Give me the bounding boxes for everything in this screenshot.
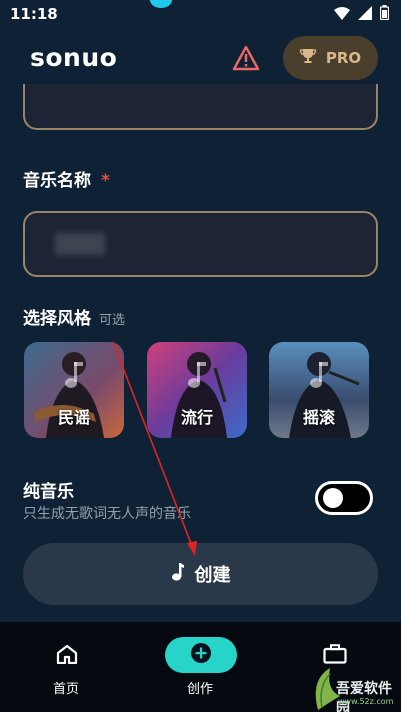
- pure-music-toggle[interactable]: [315, 481, 373, 515]
- home-icon: [56, 644, 78, 668]
- watermark-text: 吾爱软件园: [336, 681, 392, 712]
- music-note-icon: [62, 362, 86, 390]
- style-card-rock[interactable]: 摇滚: [269, 342, 369, 438]
- nav-create-label: 创作: [186, 682, 213, 697]
- camera-indicator: [150, 0, 172, 8]
- app-title: sonuo: [30, 43, 118, 72]
- music-name-label: 音乐名称 *: [23, 166, 110, 191]
- style-card-pop[interactable]: 流行: [147, 342, 247, 438]
- nav-home[interactable]: 首页: [11, 622, 121, 712]
- status-bar: 11:18: [0, 0, 401, 28]
- pro-label: PRO: [325, 49, 362, 67]
- music-note-icon: [171, 563, 185, 585]
- status-icons: [334, 5, 390, 24]
- style-card-label: 流行: [180, 408, 213, 427]
- screen: 11:18 sonuo PRO 音乐名称 * 选择风格 可选 民谣 流行 摇滚 …: [0, 0, 401, 712]
- toggle-knob: [323, 488, 343, 508]
- pro-button[interactable]: PRO: [283, 36, 378, 80]
- battery-icon: [379, 5, 390, 24]
- style-card-label: 民谣: [57, 408, 90, 427]
- warning-icon[interactable]: [232, 45, 260, 71]
- pure-music-description: 只生成无歌词无人声的音乐: [23, 506, 191, 522]
- plus-circle-icon: [190, 642, 212, 668]
- optional-hint: 可选: [99, 313, 126, 328]
- music-note-icon: [185, 362, 209, 390]
- music-name-input[interactable]: [23, 211, 378, 277]
- required-mark: *: [101, 171, 110, 191]
- nav-home-label: 首页: [52, 682, 79, 697]
- style-options: 民谣 流行 摇滚: [24, 342, 374, 440]
- style-label-text: 选择风格: [23, 309, 91, 329]
- signal-icon: [358, 5, 372, 24]
- create-pill: [165, 637, 237, 673]
- wifi-icon: [334, 5, 350, 24]
- trophy-icon: [299, 48, 316, 68]
- app-header: sonuo PRO: [0, 30, 401, 90]
- create-button[interactable]: 创建: [23, 543, 378, 605]
- pure-music-title: 纯音乐: [23, 482, 74, 502]
- watermark-url: www.52z.com: [338, 697, 394, 706]
- nav-create[interactable]: 创作: [145, 622, 255, 712]
- status-time: 11:18: [10, 5, 58, 23]
- style-card-label: 摇滚: [302, 408, 335, 427]
- style-card-folk[interactable]: 民谣: [24, 342, 124, 438]
- blurred-input-value: [55, 233, 105, 255]
- create-button-label: 创建: [194, 565, 231, 586]
- music-note-icon: [307, 362, 331, 390]
- music-name-label-text: 音乐名称: [23, 171, 91, 191]
- lyrics-field-partial[interactable]: [23, 84, 378, 130]
- style-label: 选择风格 可选: [23, 304, 125, 329]
